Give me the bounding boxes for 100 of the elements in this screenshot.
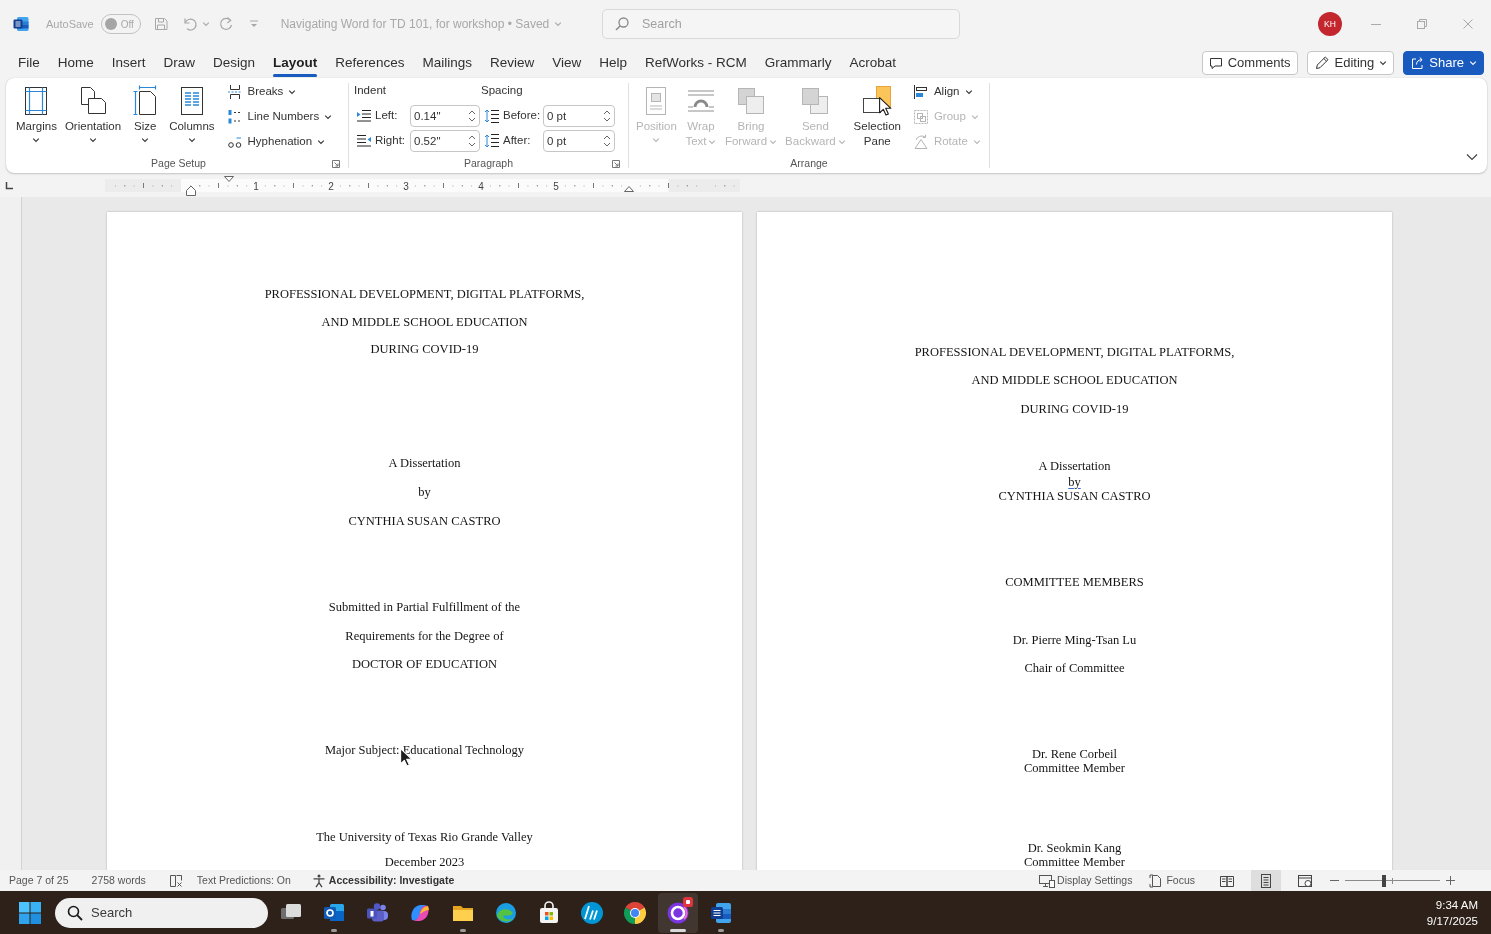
document-text: COMMITTEE MEMBERS (1005, 575, 1144, 589)
right-indent-marker-icon[interactable] (624, 186, 634, 192)
menu-tab[interactable]: Acrobat (840, 48, 906, 78)
number-field[interactable]: 0 pt (543, 104, 615, 127)
menu-tab[interactable]: Grammarly (755, 48, 841, 78)
start-icon[interactable] (19, 901, 41, 924)
editing-mode-button[interactable]: Editing (1306, 51, 1395, 75)
word-count-status[interactable]: 2758 words (91, 872, 146, 889)
tab-stop-icon[interactable] (5, 182, 13, 190)
align-icon (912, 83, 929, 100)
comments-button[interactable]: Comments (1201, 51, 1298, 75)
hanging-indent-marker-icon[interactable] (186, 185, 196, 196)
group-label: Paragraph (464, 156, 514, 172)
chevron-down-icon[interactable] (141, 136, 150, 144)
display-settings-status[interactable]: Display Settings (1057, 872, 1133, 889)
zoom-in-icon[interactable] (1446, 876, 1455, 885)
ribbon-button[interactable]: Line Numbers (223, 104, 336, 129)
menu-tab[interactable]: Draw (154, 48, 205, 78)
document-text: Committee Member (1024, 761, 1125, 775)
chevron-down-icon[interactable] (317, 137, 326, 146)
clock-date[interactable]: 9/17/2025 (1426, 912, 1478, 929)
chevron-down-icon[interactable] (288, 87, 297, 96)
app-logo-icon[interactable] (13, 16, 29, 32)
document-text: by (418, 485, 431, 499)
spinner-icon[interactable] (603, 133, 611, 148)
chevron-down-icon[interactable] (1466, 153, 1478, 161)
ribbon-button[interactable]: Size (125, 81, 166, 151)
document-text: December 2023 (384, 855, 465, 869)
ribbon-button[interactable]: Columns (165, 81, 219, 151)
shopping-bag-icon (537, 900, 561, 925)
view-button[interactable] (1251, 870, 1281, 891)
breaks-icon (226, 83, 243, 100)
ribbon-button[interactable]: Orientation (60, 81, 126, 151)
menu-tab[interactable]: Help (590, 48, 636, 78)
group-label: Arrange (790, 156, 828, 172)
wave-logo-icon (494, 900, 518, 925)
search-icon (67, 904, 83, 921)
rotate-icon (912, 133, 929, 150)
bring-forward-icon (735, 85, 767, 117)
accessibility-status[interactable]: Accessibility: Investigate (328, 872, 455, 889)
chevron-down-icon[interactable] (324, 112, 333, 121)
number-field[interactable]: 0.52" (410, 129, 480, 152)
chevron-down-icon[interactable] (187, 136, 196, 144)
document-text: PROFESSIONAL DEVELOPMENT, DIGITAL PLATFORMS, (264, 287, 585, 301)
menu-tab[interactable]: RefWorks - RCM (636, 48, 756, 78)
section-heading: Indent (354, 83, 387, 99)
group-icon (912, 108, 929, 125)
clock-time[interactable]: 9:34 AM (1435, 896, 1478, 913)
menu-tab[interactable]: Layout (264, 48, 327, 78)
menu-tab[interactable]: Insert (102, 48, 155, 78)
taskbar-search-field[interactable]: Search (55, 897, 268, 928)
chevron-down-icon[interactable] (1379, 59, 1388, 67)
ruler-number: 5 (553, 180, 559, 192)
chevron-down-icon[interactable] (89, 136, 98, 144)
search-field[interactable]: Search (602, 9, 960, 39)
number-field[interactable]: 0.14" (410, 104, 480, 127)
team-chat-icon (365, 900, 389, 925)
accessibility-icon[interactable] (311, 873, 326, 888)
dialog-launcher-icon[interactable] (612, 160, 620, 168)
ribbon-button[interactable]: Align (909, 79, 984, 104)
spinner-icon[interactable] (468, 108, 476, 123)
menu-tab[interactable]: Home (48, 48, 103, 78)
account-avatar[interactable]: KH (1318, 12, 1342, 36)
ribbon-button[interactable]: Margins (12, 81, 61, 151)
group-label: Page Setup (151, 156, 206, 172)
focus-status[interactable]: Focus (1166, 872, 1195, 889)
document-text: by (1068, 475, 1081, 489)
field-label: After: (503, 132, 532, 148)
chevron-down-icon[interactable] (32, 136, 41, 144)
taskbar-button[interactable] (658, 892, 698, 933)
zoom-slider-thumb[interactable] (1381, 874, 1386, 887)
menu-tab[interactable]: Mailings (413, 48, 481, 78)
chevron-down-icon[interactable] (964, 87, 973, 96)
ribbon-button[interactable]: Hyphenation (223, 129, 336, 154)
document-text: Dr. Seokmin Kang (1027, 841, 1122, 855)
menu-tab[interactable]: Review (480, 48, 544, 78)
document-text: Submitted in Partial Fulfillment of the (328, 600, 521, 614)
menu-tab[interactable]: Design (204, 48, 265, 78)
autosave-label: AutoSave (46, 16, 94, 32)
menu-tab[interactable]: File (9, 48, 49, 78)
share-button[interactable]: Share (1403, 51, 1484, 75)
ruler-number: 4 (478, 180, 484, 192)
dialog-launcher-icon[interactable] (332, 160, 340, 168)
spinner-icon[interactable] (468, 133, 476, 148)
number-field[interactable]: 0 pt (543, 129, 615, 152)
proofing-book-icon[interactable] (168, 873, 183, 888)
page-number-status[interactable]: Page 7 of 25 (9, 872, 69, 889)
field-label: Right: (375, 132, 407, 148)
spinner-icon[interactable] (603, 108, 611, 123)
text-predictions-status[interactable]: Text Predictions: On (196, 872, 291, 889)
web-layout-icon (1298, 873, 1312, 888)
menu-tab[interactable]: References (326, 48, 414, 78)
document-text: A Dissertation (1038, 459, 1111, 473)
display-settings-icon[interactable] (1039, 873, 1056, 888)
document-text: DURING COVID-19 (370, 342, 479, 356)
ribbon-button[interactable]: Breaks (223, 79, 336, 104)
chevron-down-icon[interactable] (1469, 59, 1477, 67)
first-line-indent-marker-icon[interactable] (224, 176, 234, 182)
focus-icon[interactable] (1149, 873, 1164, 888)
menu-tab[interactable]: View (543, 48, 591, 78)
